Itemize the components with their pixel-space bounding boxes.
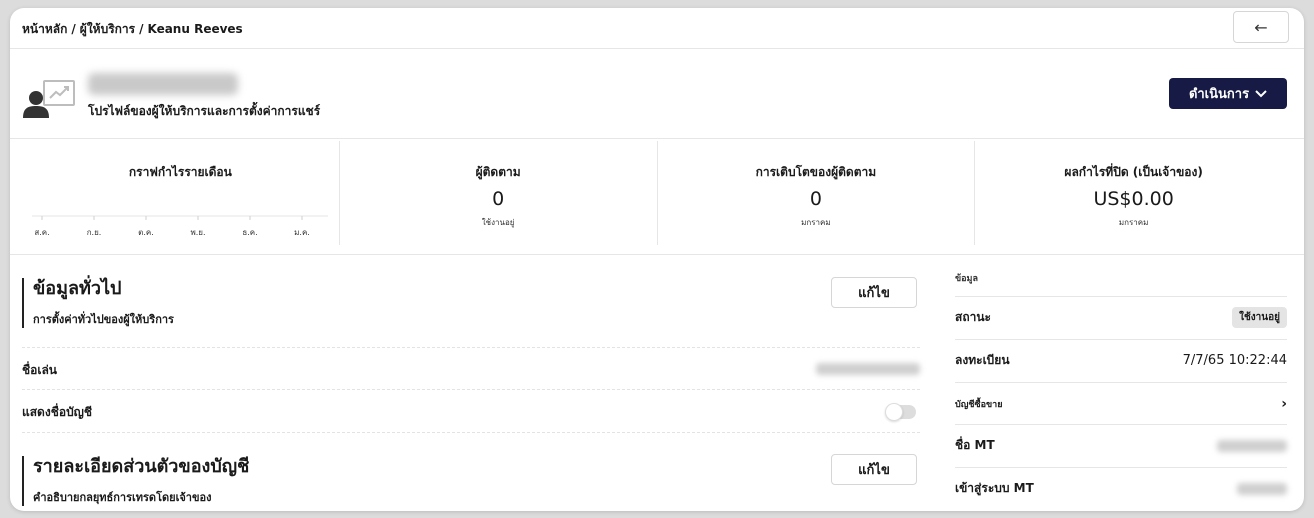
show-account-toggle[interactable] — [885, 403, 916, 421]
follower-growth-stat: การเติบโตของผู้ติดตาม 0 มกราคม — [656, 141, 975, 245]
account-details-title: รายละเอียดส่วนตัวของบัญชี — [33, 456, 250, 477]
closed-profit-sub: มกราคม — [1118, 218, 1149, 227]
chart-month-label: ก.ย. — [87, 228, 102, 237]
closed-profit-value: US$0.00 — [1093, 188, 1174, 210]
growth-value: 0 — [809, 188, 822, 210]
back-button[interactable]: ← — [1233, 11, 1289, 43]
registered-row: ลงทะเบียน 7/7/65 10:22:44 — [955, 339, 1287, 381]
actions-label: ดำเนินการ — [1188, 87, 1250, 102]
mt-name-label: ชื่อ MT — [955, 438, 995, 452]
mt-login-value-redacted — [1237, 482, 1287, 495]
mt-name-row: ชื่อ MT — [955, 424, 1287, 466]
chart-month-label: ม.ค. — [294, 228, 310, 237]
provider-avatar-icon — [23, 80, 75, 118]
chart-month-label: ส.ค. — [34, 228, 49, 237]
divider — [10, 138, 1304, 139]
mt-login-row: เข้าสู่ระบบ MT — [955, 467, 1287, 509]
status-badge: ใช้งานอยู่ — [1232, 307, 1287, 328]
breadcrumb: หน้าหลัก / ผู้ให้บริการ / Keanu Reeves — [22, 20, 243, 39]
registered-value: 7/7/65 10:22:44 — [1182, 353, 1287, 368]
divider — [10, 48, 1304, 49]
growth-sub: มกราคม — [801, 218, 831, 227]
arrow-left-icon: ← — [1254, 17, 1268, 37]
breadcrumb-separator: / — [139, 22, 144, 36]
monthly-profit-chart: กราฟกำไรรายเดือน ส.ค. ก.ย. ต.ค. พ.ย. ธ.ค. ม.ค… — [22, 141, 339, 245]
profile-subtitle: โปรไฟล์ของผู้ให้บริการและการตั้งค่าการแช… — [88, 104, 321, 118]
mt-login-label: เข้าสู่ระบบ MT — [955, 481, 1034, 495]
general-edit-button[interactable]: แก้ไข — [831, 277, 917, 308]
chevron-down-icon — [1255, 89, 1267, 97]
seller-account-label: บัญชีซื้อขาย — [955, 399, 1003, 410]
followers-stat: ผู้ติดตาม 0 ใช้งานอยู่ — [338, 141, 657, 245]
breadcrumb-home[interactable]: หน้าหลัก — [22, 22, 67, 36]
account-details-desc: คำอธิบายกลยุทธ์การเทรดโดยเจ้าของ — [33, 491, 212, 504]
monthly-profit-svg: ส.ค. ก.ย. ต.ค. พ.ย. ธ.ค. ม.ค. — [32, 215, 328, 237]
stats-row: กราฟกำไรรายเดือน ส.ค. ก.ย. ต.ค. พ.ย. ธ.ค. ม.ค… — [22, 141, 1292, 245]
info-panel-heading: ข้อมูล — [955, 274, 979, 284]
row-divider — [22, 389, 920, 390]
actions-dropdown-button[interactable]: ดำเนินการ — [1169, 78, 1287, 109]
seller-account-row[interactable]: บัญชีซื้อขาย › — [955, 382, 1287, 424]
general-section-header: ข้อมูลทั่วไป การตั้งค่าทั่วไปของผู้ให้บร… — [22, 278, 174, 328]
provider-name-redacted — [88, 73, 238, 95]
nickname-label: ชื่อเล่น — [22, 363, 58, 377]
show-account-label: แสดงชื่อบัญชี — [22, 405, 93, 419]
row-divider — [22, 432, 920, 433]
row-divider — [22, 347, 920, 348]
status-label: สถานะ — [955, 310, 991, 324]
breadcrumb-separator: / — [71, 22, 76, 36]
followers-title: ผู้ติดตาม — [475, 165, 521, 179]
divider — [10, 254, 1304, 255]
closed-profit-stat: ผลกำไรที่ปิด (เป็นเจ้าของ) US$0.00 มกราค… — [974, 141, 1292, 245]
chart-month-label: ต.ค. — [138, 228, 154, 237]
closed-profit-title: ผลกำไรที่ปิด (เป็นเจ้าของ) — [1064, 165, 1203, 179]
chart-month-label: ธ.ค. — [242, 228, 257, 237]
account-details-header: รายละเอียดส่วนตัวของบัญชี คำอธิบายกลยุทธ… — [22, 456, 249, 506]
general-desc: การตั้งค่าทั่วไปของผู้ให้บริการ — [33, 313, 174, 326]
provider-profile-card: หน้าหลัก / ผู้ให้บริการ / Keanu Reeves ← โปร… — [10, 8, 1304, 511]
followers-value: 0 — [492, 188, 505, 210]
registered-label: ลงทะเบียน — [955, 353, 1010, 367]
chevron-right-icon: › — [1281, 395, 1287, 412]
nickname-value-redacted — [816, 363, 920, 375]
breadcrumb-current: Keanu Reeves — [147, 22, 243, 36]
chart-month-label: พ.ย. — [190, 228, 205, 237]
status-row: สถานะ ใช้งานอยู่ — [955, 296, 1287, 338]
mt-name-value-redacted — [1217, 439, 1287, 452]
general-title: ข้อมูลทั่วไป — [33, 278, 122, 299]
growth-title: การเติบโตของผู้ติดตาม — [755, 165, 877, 179]
toggle-knob — [885, 403, 903, 421]
followers-sub: ใช้งานอยู่ — [481, 218, 515, 227]
breadcrumb-providers[interactable]: ผู้ให้บริการ — [80, 22, 135, 36]
account-details-edit-button[interactable]: แก้ไข — [831, 454, 917, 485]
chart-title: กราฟกำไรรายเดือน — [128, 165, 232, 179]
